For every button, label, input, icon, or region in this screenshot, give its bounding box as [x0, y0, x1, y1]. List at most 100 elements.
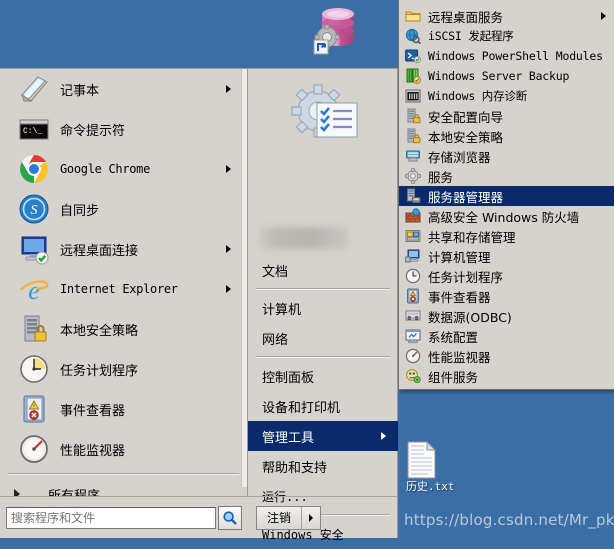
menu-item-computer[interactable]: 计算机	[248, 293, 398, 323]
submenu-item-label: 事件查看器	[428, 289, 491, 305]
administrative-tools-submenu: 远程桌面服务 iSCSI 发起程序 Windows PowerShell Mod…	[398, 0, 614, 390]
submenu-item-label: 服务器管理器	[428, 189, 504, 205]
submenu-item-server-manager[interactable]: 服务器管理器	[399, 186, 614, 206]
submenu-item-label: 组件服务	[428, 369, 479, 385]
desktop-icon-database-shortcut[interactable]	[308, 2, 380, 59]
submenu-item-label: 任务计划程序	[428, 269, 504, 285]
submenu-item-computer-management[interactable]: 计算机管理	[399, 246, 614, 266]
performance-monitor-icon	[18, 433, 50, 465]
svg-text:e: e	[28, 276, 40, 305]
watermark: https://blog.csdn.net/Mr_pkq	[404, 511, 614, 529]
chrome-icon	[18, 153, 50, 185]
submenu-item-services[interactable]: 服务	[399, 166, 614, 186]
menu-item-command-prompt[interactable]: C:\_ 命令提示符	[0, 109, 247, 149]
submenu-item-system-configuration[interactable]: 系统配置	[399, 326, 614, 346]
sync-icon: S	[18, 193, 50, 225]
submenu-item-performance-monitor[interactable]: 性能监视器	[399, 346, 614, 366]
search-input[interactable]	[6, 506, 216, 529]
desktop-icon-history-text-file[interactable]: 历史.txt	[404, 440, 484, 493]
database-gear-shortcut-icon	[313, 8, 354, 55]
logoff-label: 注销	[267, 511, 292, 525]
local-security-policy-icon	[405, 128, 421, 144]
menu-item-label: 命令提示符	[60, 123, 126, 139]
submenu-item-label: 性能监视器	[428, 349, 491, 365]
component-services-icon	[405, 368, 421, 384]
share-storage-management-icon	[405, 228, 421, 244]
submenu-item-label: iSCSI 发起程序	[428, 29, 514, 43]
menu-item-documents[interactable]: 文档	[248, 255, 398, 285]
menu-item-label: 网络	[262, 332, 289, 348]
submenu-item-local-security-policy[interactable]: 本地安全策略	[399, 126, 614, 146]
computer-management-icon	[405, 248, 421, 264]
menu-item-notepad[interactable]: 记事本	[0, 69, 247, 109]
submenu-item-windows-powershell-modules[interactable]: Windows PowerShell Modules	[399, 46, 614, 66]
submenu-item-component-services[interactable]: 组件服务	[399, 366, 614, 386]
submenu-item-event-viewer[interactable]: 事件查看器	[399, 286, 614, 306]
logoff-menu-arrow-icon[interactable]	[302, 513, 320, 522]
submenu-item-windows-memory-diagnostic[interactable]: Windows 内存诊断	[399, 86, 614, 106]
menu-item-remote-desktop-connection[interactable]: 远程桌面连接	[0, 229, 247, 269]
memory-diagnostic-icon	[405, 88, 421, 104]
menu-item-administrative-tools[interactable]: 管理工具	[248, 421, 398, 451]
text-file-icon	[407, 440, 437, 479]
submenu-item-odbc-data-sources[interactable]: 数据源(ODBC)	[399, 306, 614, 326]
menu-item-sync[interactable]: S 自同步	[0, 189, 247, 229]
submenu-arrow-icon	[226, 245, 231, 253]
storage-explorer-icon	[405, 148, 421, 164]
svg-text:S: S	[31, 203, 38, 218]
search-button[interactable]	[218, 505, 242, 530]
menu-item-label: 性能监视器	[60, 443, 126, 459]
program-list: 记事本 C:\_ 命令提示符 Google Chrome S 自同步 远程桌面连…	[0, 69, 247, 509]
submenu-item-remote-desktop-services[interactable]: 远程桌面服务	[399, 6, 614, 26]
submenu-item-label: Windows 内存诊断	[428, 89, 527, 103]
divider	[256, 288, 390, 290]
menu-item-devices-and-printers[interactable]: 设备和打印机	[248, 391, 398, 421]
menu-item-label: 帮助和支持	[262, 460, 328, 476]
submenu-item-label: 本地安全策略	[428, 129, 504, 145]
menu-item-label: 自同步	[60, 203, 100, 219]
menu-item-performance-monitor[interactable]: 性能监视器	[0, 429, 247, 469]
menu-item-event-viewer[interactable]: ! 事件查看器	[0, 389, 247, 429]
logoff-row: 注销	[248, 496, 398, 538]
submenu-item-iscsi-initiator[interactable]: iSCSI 发起程序	[399, 26, 614, 46]
submenu-item-task-scheduler[interactable]: 任务计划程序	[399, 266, 614, 286]
search-icon	[223, 510, 237, 525]
menu-item-task-scheduler[interactable]: 任务计划程序	[0, 349, 247, 389]
system-configuration-icon	[405, 328, 421, 344]
submenu-item-storage-explorer[interactable]: 存储浏览器	[399, 146, 614, 166]
submenu-item-label: 安全配置向导	[428, 109, 504, 125]
event-viewer-icon	[405, 288, 421, 304]
task-scheduler-icon	[405, 268, 421, 284]
user-picture[interactable]	[284, 81, 360, 157]
submenu-arrow-icon	[226, 85, 231, 93]
desktop-icon-label: 历史.txt	[406, 480, 455, 493]
firewall-icon	[405, 208, 421, 224]
powershell-icon	[405, 48, 421, 64]
submenu-item-security-configuration-wizard[interactable]: 安全配置向导	[399, 106, 614, 126]
logoff-button[interactable]: 注销	[256, 505, 322, 530]
submenu-arrow-icon	[601, 12, 606, 20]
performance-monitor-icon	[405, 348, 421, 364]
menu-item-label: 计算机	[262, 302, 302, 318]
submenu-item-label: Windows Server Backup	[428, 69, 570, 83]
menu-item-control-panel[interactable]: 控制面板	[248, 361, 398, 391]
menu-item-internet-explorer[interactable]: e Internet Explorer	[0, 269, 247, 309]
menu-item-help-and-support[interactable]: 帮助和支持	[248, 451, 398, 481]
server-backup-icon	[405, 68, 421, 84]
security-configuration-wizard-icon	[405, 108, 421, 124]
odbc-data-source-icon	[405, 308, 421, 324]
divider	[256, 356, 390, 358]
submenu-item-label: 共享和存储管理	[428, 229, 516, 245]
submenu-item-label: 服务	[428, 169, 454, 185]
submenu-item-windows-server-backup[interactable]: Windows Server Backup	[399, 66, 614, 86]
menu-item-local-security-policy[interactable]: 本地安全策略	[0, 309, 247, 349]
submenu-item-share-and-storage-management[interactable]: 共享和存储管理	[399, 226, 614, 246]
submenu-arrow-icon	[226, 165, 231, 173]
menu-item-network[interactable]: 网络	[248, 323, 398, 353]
search-row	[0, 496, 248, 538]
command-prompt-icon: C:\_	[18, 113, 50, 145]
menu-item-google-chrome[interactable]: Google Chrome	[0, 149, 247, 189]
menu-item-label: 设备和打印机	[262, 400, 341, 416]
submenu-item-windows-firewall-advanced-security[interactable]: 高级安全 Windows 防火墙	[399, 206, 614, 226]
divider	[8, 473, 239, 475]
